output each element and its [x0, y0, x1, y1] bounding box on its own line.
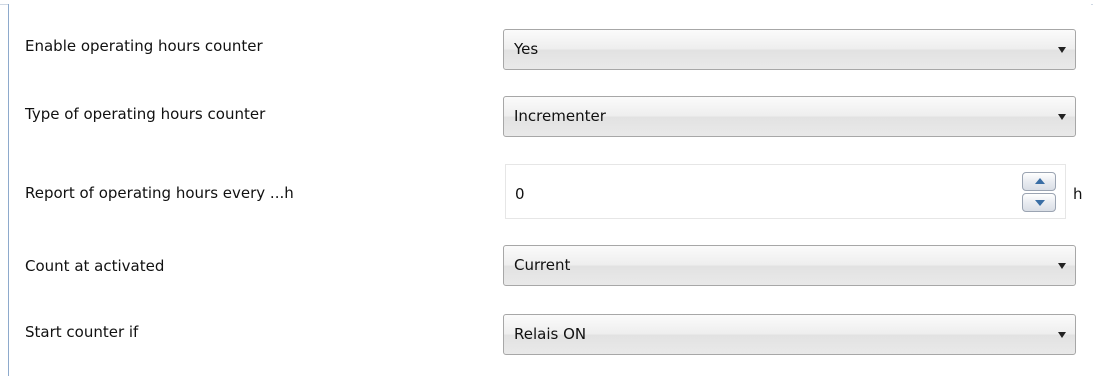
- enable-operating-hours-dropdown[interactable]: Yes: [503, 29, 1076, 70]
- report-interval-input[interactable]: 0: [505, 164, 1066, 219]
- count-at-activated-value: Current: [514, 256, 571, 274]
- count-at-activated-label: Count at activated: [25, 257, 165, 275]
- chevron-down-icon: [1058, 47, 1066, 53]
- enable-operating-hours-label: Enable operating hours counter: [25, 37, 263, 55]
- chevron-down-icon: [1058, 263, 1066, 269]
- increment-button[interactable]: [1022, 172, 1056, 191]
- report-interval-label: Report of operating hours every ...h: [25, 184, 294, 202]
- unit-label: h: [1073, 185, 1083, 203]
- start-counter-dropdown[interactable]: Relais ON: [503, 314, 1076, 355]
- chevron-down-icon: [1058, 332, 1066, 338]
- start-counter-value: Relais ON: [514, 325, 587, 343]
- arrow-up-icon: [1035, 178, 1045, 184]
- start-counter-label: Start counter if: [25, 323, 139, 341]
- counter-type-label: Type of operating hours counter: [25, 105, 266, 123]
- count-at-activated-dropdown[interactable]: Current: [503, 245, 1076, 286]
- arrow-down-icon: [1035, 200, 1045, 206]
- report-interval-value: 0: [515, 185, 525, 203]
- enable-operating-hours-value: Yes: [514, 40, 539, 58]
- chevron-down-icon: [1058, 114, 1066, 120]
- decrement-button[interactable]: [1022, 193, 1056, 212]
- counter-type-dropdown[interactable]: Incrementer: [503, 96, 1076, 137]
- counter-type-value: Incrementer: [514, 107, 606, 125]
